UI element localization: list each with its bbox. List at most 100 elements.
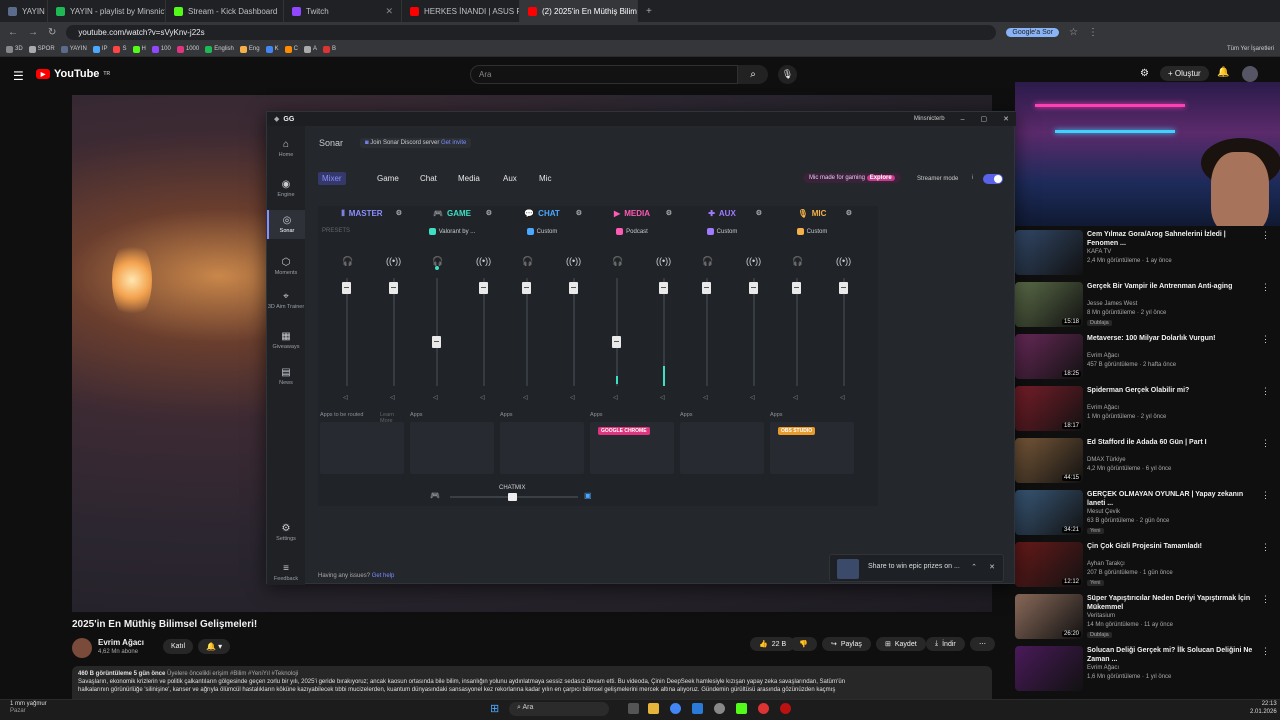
google-ask-button[interactable]: Google'a Sor bbox=[1006, 27, 1060, 37]
mute-icon[interactable]: ◁ bbox=[703, 394, 708, 401]
mute-icon[interactable]: ◁ bbox=[523, 394, 528, 401]
voice-search-icon[interactable]: 🎙 bbox=[778, 65, 797, 84]
volume-slider-knob[interactable] bbox=[479, 282, 488, 294]
download-button[interactable]: ⤓ İndir bbox=[926, 637, 965, 651]
bookmark-item[interactable]: 100 bbox=[151, 45, 171, 53]
channel-settings-icon[interactable]: ⚙ bbox=[486, 209, 492, 217]
nav-item-feedback[interactable]: ≡ Feedback bbox=[267, 558, 305, 587]
mute-icon[interactable]: ◁ bbox=[390, 394, 395, 401]
video-title[interactable]: Süper Yapıştırıcılar Neden Deriyi Yapışt… bbox=[1087, 594, 1257, 612]
video-thumbnail[interactable]: 26:20 bbox=[1015, 594, 1083, 639]
maximize-icon[interactable]: ▢ bbox=[981, 115, 988, 123]
video-title[interactable]: Spiderman Gerçek Olabilir mi? bbox=[1087, 386, 1257, 395]
video-thumbnail[interactable]: 44:15 bbox=[1015, 438, 1083, 483]
more-options-icon[interactable]: ⋮ bbox=[1261, 646, 1270, 657]
channel-name[interactable]: Jesse James West bbox=[1087, 301, 1137, 307]
more-options-icon[interactable]: ⋮ bbox=[1261, 334, 1270, 345]
video-title[interactable]: Metaverse: 100 Milyar Dolarlık Vurgun! bbox=[1087, 334, 1257, 343]
video-title[interactable]: Gerçek Bir Vampir ile Antrenman Anti-agi… bbox=[1087, 282, 1257, 291]
mute-icon[interactable]: ◁ bbox=[750, 394, 755, 401]
video-thumbnail[interactable]: 34:21 bbox=[1015, 490, 1083, 535]
cast-icon[interactable]: ⚙ bbox=[1140, 68, 1149, 79]
channel-preset[interactable]: Custom bbox=[678, 228, 766, 235]
obs-icon[interactable] bbox=[758, 703, 769, 714]
bookmark-item[interactable]: Eng bbox=[239, 45, 260, 53]
video-thumbnail[interactable]: 12:12 bbox=[1015, 542, 1083, 587]
browser-tab[interactable]: YAYIN✕ bbox=[0, 0, 48, 22]
recommended-video[interactable]: 18:17 Spiderman Gerçek Olabilir mi? Evrim … bbox=[1015, 386, 1270, 436]
app-icon[interactable] bbox=[692, 703, 703, 714]
weather-widget[interactable]: 1 mm yağmur Pazar bbox=[10, 701, 47, 715]
video-thumbnail[interactable] bbox=[1015, 646, 1083, 691]
browser-tab[interactable]: Twitch ✕ bbox=[284, 0, 402, 22]
video-title[interactable]: GERÇEK OLMAYAN OYUNLAR | Yapay zekanın l… bbox=[1087, 490, 1257, 508]
bookmark-item[interactable]: H bbox=[132, 45, 146, 53]
stream-output-icon[interactable]: ((•)) bbox=[386, 256, 401, 266]
search-input[interactable]: Ara bbox=[470, 65, 738, 84]
channel-name[interactable]: Mesut Çevik bbox=[1087, 509, 1120, 515]
explore-button[interactable]: Explore bbox=[866, 175, 895, 181]
recommended-video[interactable]: 26:20 Süper Yapıştırıcılar Neden Deriyi Y… bbox=[1015, 594, 1270, 644]
streamer-mode-toggle[interactable] bbox=[983, 174, 1003, 184]
volume-slider-knob[interactable] bbox=[702, 282, 711, 294]
more-options-icon[interactable]: ⋮ bbox=[1261, 594, 1270, 605]
video-thumbnail[interactable]: 18:25 bbox=[1015, 334, 1083, 379]
volume-slider-knob[interactable] bbox=[839, 282, 848, 294]
video-title[interactable]: Cem Yılmaz Gora/Arog Sahnelerini İzledi … bbox=[1087, 230, 1257, 248]
share-button[interactable]: ↪ Paylaş bbox=[822, 637, 871, 651]
app-chip[interactable]: GOOGLE CHROME bbox=[598, 427, 650, 435]
youtube-logo[interactable]: ▶ YouTube TR bbox=[36, 68, 110, 80]
channel-name[interactable]: Veritasium bbox=[1087, 613, 1115, 619]
headphone-icon[interactable]: 🎧 bbox=[522, 256, 533, 267]
tab-mic[interactable]: Mic bbox=[539, 174, 551, 183]
search-icon[interactable]: ⌕ bbox=[738, 65, 768, 84]
file-explorer-icon[interactable] bbox=[648, 703, 659, 714]
mute-icon[interactable]: ◁ bbox=[793, 394, 798, 401]
recommended-video[interactable]: Solucan Deliği Gerçek mi? İlk Solucan De… bbox=[1015, 646, 1270, 696]
video-title[interactable]: Solucan Deliği Gerçek mi? İlk Solucan De… bbox=[1087, 646, 1257, 664]
kick-app-icon[interactable] bbox=[736, 703, 747, 714]
channel-name[interactable]: Evrim Ağacı bbox=[1087, 665, 1119, 671]
tab-game[interactable]: Game bbox=[377, 174, 399, 183]
bookmark-item[interactable]: 3D bbox=[6, 45, 23, 53]
gg-user[interactable]: Minsnicterb bbox=[914, 116, 945, 122]
bookmark-item[interactable]: YAYIN bbox=[60, 45, 87, 53]
mute-icon[interactable]: ◁ bbox=[613, 394, 618, 401]
discord-banner[interactable]: ◙ Join Sonar Discord server Get invite bbox=[360, 138, 472, 148]
chrome-icon[interactable] bbox=[670, 703, 681, 714]
more-options-icon[interactable]: ⋮ bbox=[1261, 386, 1270, 397]
volume-slider-knob[interactable] bbox=[432, 336, 441, 348]
bookmark-item[interactable]: B bbox=[322, 45, 336, 53]
channel-settings-icon[interactable]: ⚙ bbox=[396, 209, 402, 217]
windows-start-icon[interactable]: ⊞ bbox=[490, 702, 499, 715]
volume-slider-knob[interactable] bbox=[522, 282, 531, 294]
video-title[interactable]: Ed Stafford ile Adada 60 Gün | Part I bbox=[1087, 438, 1257, 447]
reload-icon[interactable]: ↻ bbox=[48, 27, 56, 38]
forward-icon[interactable]: → bbox=[28, 27, 38, 38]
more-options-icon[interactable]: ⋮ bbox=[1261, 490, 1270, 501]
bookmark-item[interactable]: C bbox=[284, 45, 298, 53]
more-options-icon[interactable]: ⋮ bbox=[1261, 282, 1270, 293]
stream-output-icon[interactable]: ((•)) bbox=[836, 256, 851, 266]
channel-name[interactable]: Evrim Ağacı bbox=[98, 638, 144, 647]
recommended-video[interactable]: 12:12 Çin Çok Gizli Projesini Tamamladı! A… bbox=[1015, 542, 1270, 592]
mute-icon[interactable]: ◁ bbox=[480, 394, 485, 401]
nav-item-sonar[interactable]: ◎ Sonar bbox=[267, 210, 305, 239]
video-thumbnail[interactable]: 18:17 bbox=[1015, 386, 1083, 431]
channel-preset[interactable]: Valorant by ... bbox=[408, 228, 496, 235]
channel-name[interactable]: Ayhan Tarakçı bbox=[1087, 561, 1125, 567]
notification-icon[interactable]: 🔔 bbox=[1217, 67, 1229, 78]
mute-icon[interactable]: ◁ bbox=[570, 394, 575, 401]
bookmark-star-icon[interactable]: ☆ bbox=[1069, 27, 1078, 38]
nav-item-settings[interactable]: ⚙ Settings bbox=[267, 518, 305, 547]
volume-slider-knob[interactable] bbox=[389, 282, 398, 294]
volume-slider-knob[interactable] bbox=[612, 336, 621, 348]
info-icon[interactable]: i bbox=[972, 175, 973, 181]
tab-close-icon[interactable]: ✕ bbox=[385, 6, 393, 17]
mute-icon[interactable]: ◁ bbox=[840, 394, 845, 401]
volume-slider-knob[interactable] bbox=[342, 282, 351, 294]
recommended-video[interactable]: 15:18 Gerçek Bir Vampir ile Antrenman Ant… bbox=[1015, 282, 1270, 332]
video-title[interactable]: Çin Çok Gizli Projesini Tamamladı! bbox=[1087, 542, 1257, 551]
bookmark-item[interactable]: English bbox=[205, 45, 234, 53]
headphone-icon[interactable]: 🎧 bbox=[612, 256, 623, 267]
